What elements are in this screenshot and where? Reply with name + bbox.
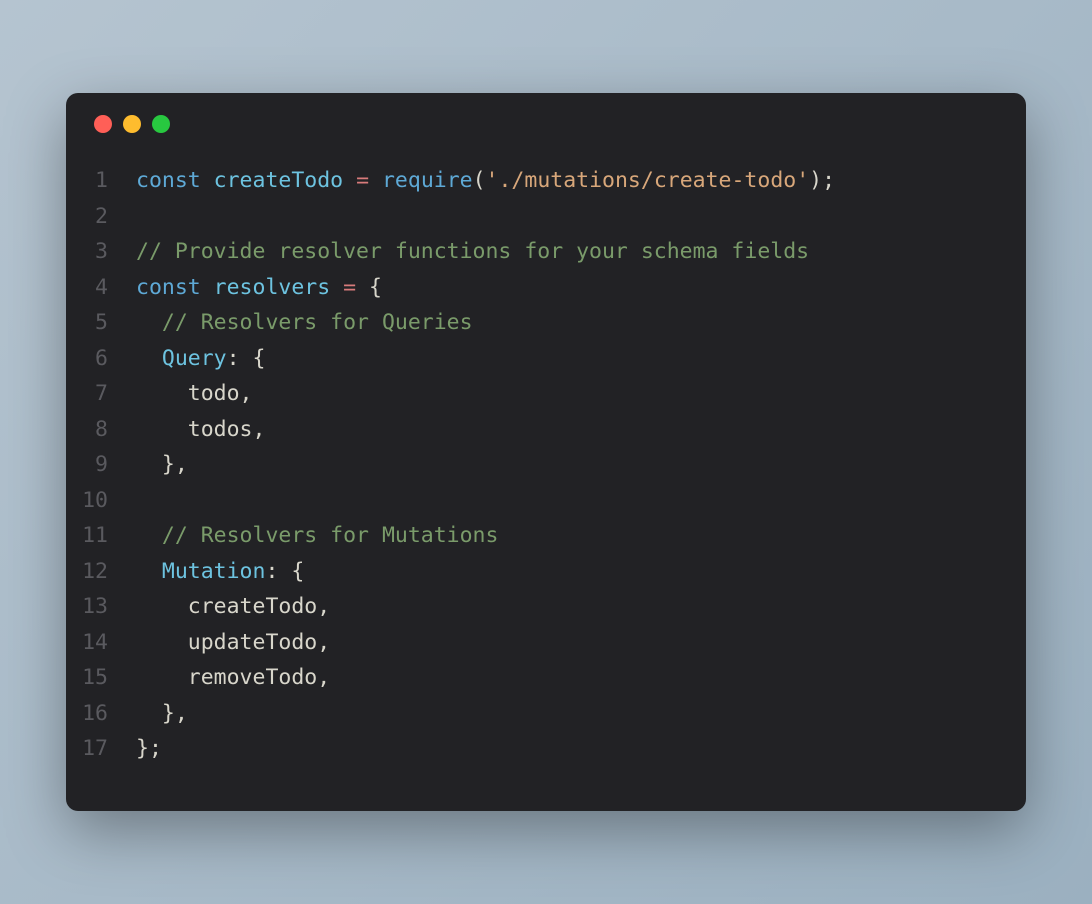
code-content: Mutation: { [136,554,1026,590]
code-content: }, [136,447,1026,483]
code-content: updateTodo, [136,625,1026,661]
code-line: 5 // Resolvers for Queries [66,305,1026,341]
code-token: './mutations/create-todo' [486,168,810,193]
code-content: removeTodo, [136,660,1026,696]
code-content: const createTodo = require('./mutations/… [136,163,1026,199]
line-number: 8 [66,412,136,448]
code-token: : { [227,346,266,371]
code-content: createTodo, [136,589,1026,625]
code-token: const [136,275,214,300]
code-token: todo, [136,381,253,406]
code-token: const [136,168,214,193]
code-content: }, [136,696,1026,732]
code-line: 2 [66,199,1026,235]
code-token [369,168,382,193]
code-token [343,168,356,193]
code-line: 13 createTodo, [66,589,1026,625]
line-number: 2 [66,199,136,235]
code-token: todos, [136,417,265,442]
code-line: 9 }, [66,447,1026,483]
code-content: todos, [136,412,1026,448]
code-content: // Resolvers for Mutations [136,518,1026,554]
line-number: 11 [66,518,136,554]
code-token: // Provide resolver functions for your s… [136,239,809,264]
code-token: createTodo, [136,594,330,619]
code-token: // Resolvers for Queries [162,310,473,335]
code-line: 10 [66,483,1026,519]
code-line: 3// Provide resolver functions for your … [66,234,1026,270]
close-icon[interactable] [94,115,112,133]
code-token: = [356,168,369,193]
maximize-icon[interactable] [152,115,170,133]
code-token: Mutation [162,559,266,584]
minimize-icon[interactable] [123,115,141,133]
code-content [136,483,1026,519]
code-token: ( [473,168,486,193]
code-line: 8 todos, [66,412,1026,448]
code-token [136,310,162,335]
code-line: 11 // Resolvers for Mutations [66,518,1026,554]
line-number: 14 [66,625,136,661]
code-token: require [382,168,473,193]
code-line: 12 Mutation: { [66,554,1026,590]
line-number: 9 [66,447,136,483]
code-line: 16 }, [66,696,1026,732]
code-token: removeTodo, [136,665,330,690]
code-line: 6 Query: { [66,341,1026,377]
code-line: 14 updateTodo, [66,625,1026,661]
line-number: 4 [66,270,136,306]
code-line: 7 todo, [66,376,1026,412]
code-content: Query: { [136,341,1026,377]
line-number: 16 [66,696,136,732]
code-content: }; [136,731,1026,767]
code-token: createTodo [214,168,343,193]
code-line: 4const resolvers = { [66,270,1026,306]
code-line: 15 removeTodo, [66,660,1026,696]
code-token: = [343,275,356,300]
code-editor[interactable]: 1const createTodo = require('./mutations… [66,145,1026,811]
line-number: 1 [66,163,136,199]
code-content: todo, [136,376,1026,412]
code-window: 1const createTodo = require('./mutations… [66,93,1026,811]
code-token: updateTodo, [136,630,330,655]
line-number: 6 [66,341,136,377]
code-token: : { [265,559,304,584]
code-token [136,523,162,548]
code-content: // Resolvers for Queries [136,305,1026,341]
code-token: { [356,275,382,300]
line-number: 10 [66,483,136,519]
line-number: 5 [66,305,136,341]
code-token: resolvers [214,275,331,300]
code-content: const resolvers = { [136,270,1026,306]
line-number: 7 [66,376,136,412]
code-token: }, [136,701,188,726]
code-token: }, [136,452,188,477]
code-token: }; [136,736,162,761]
code-content: // Provide resolver functions for your s… [136,234,1026,270]
window-titlebar [66,93,1026,145]
code-token [136,346,162,371]
line-number: 17 [66,731,136,767]
code-token: ); [809,168,835,193]
line-number: 13 [66,589,136,625]
code-token [330,275,343,300]
code-line: 1const createTodo = require('./mutations… [66,163,1026,199]
line-number: 15 [66,660,136,696]
code-token [136,559,162,584]
code-token: // Resolvers for Mutations [162,523,499,548]
code-token: Query [162,346,227,371]
line-number: 12 [66,554,136,590]
code-content [136,199,1026,235]
code-line: 17}; [66,731,1026,767]
line-number: 3 [66,234,136,270]
